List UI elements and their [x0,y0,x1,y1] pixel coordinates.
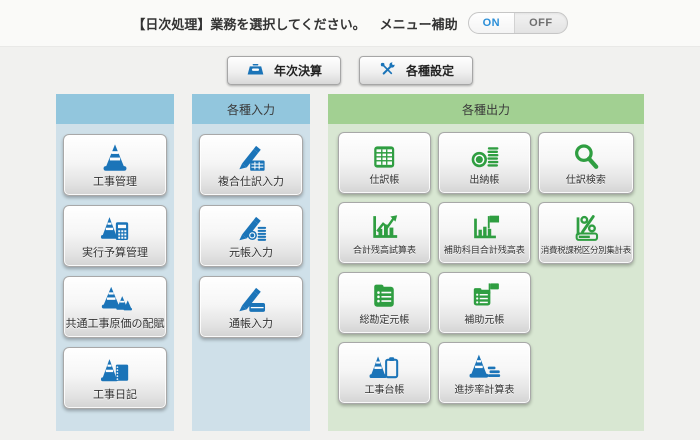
consumption-tax-summary-button[interactable]: 消費税課税区分別集計表 [537,202,634,264]
chart-up-arrow-icon [367,211,401,245]
toggle-off-option[interactable]: OFF [515,13,567,33]
toggle-on-option[interactable]: ON [468,13,516,33]
pencil-coins-icon [234,212,268,246]
execution-budget-button[interactable]: 実行予算管理 [63,205,167,267]
cone-bars-icon [467,350,501,384]
tools-icon [378,60,397,82]
archive-drawer-icon [246,60,265,82]
progress-rate-button[interactable]: 進捗率計算表 [437,342,531,404]
sub-account-balance-button[interactable]: 補助科目合計残高表 [437,202,531,264]
construction-ledger-button[interactable]: 工事台帳 [338,342,431,404]
settings-button[interactable]: 各種設定 [359,56,474,85]
page-title: 【日次処理】業務を選択してください。 [132,16,366,32]
projects-panel: 工事管理 実行予算管理 共通工事原価の配賦 工事日記 [56,94,174,431]
projects-panel-body: 工事管理 実行予算管理 共通工事原価の配賦 工事日記 [56,124,174,431]
action-label: 各種設定 [406,64,455,78]
output-panel-body: 仕訳帳 出納帳 仕訳検索 合計残高試算表 補助科目合計残高表 消費税課税区分別集… [328,124,644,431]
compound-journal-entry-button[interactable]: 複合仕訳入力 [199,134,303,196]
action-label: 年次決算 [273,64,322,78]
search-icon [569,140,603,174]
top-bar: 【日次処理】業務を選択してください。 メニュー補助 ON OFF [0,0,700,47]
traffic-cone-icon [98,141,132,175]
percent-bar-icon [569,211,603,245]
passbook-entry-button[interactable]: 通帳入力 [199,276,303,338]
chart-flag-icon [467,211,501,245]
cone-clipboard-icon [367,350,401,384]
cashbook-button[interactable]: 出納帳 [437,132,531,194]
input-panel-body: 複合仕訳入力 元帳入力 通帳入力 [192,124,310,431]
input-panel: 各種入力 複合仕訳入力 元帳入力 通帳入力 [192,94,310,431]
output-panel-header: 各種出力 [328,94,644,124]
construction-diary-button[interactable]: 工事日記 [63,347,167,409]
projects-panel-header [56,94,174,124]
subsidiary-ledger-button[interactable]: 補助元帳 [437,272,531,334]
menu-panels: 工事管理 実行予算管理 共通工事原価の配賦 工事日記 各種入力 複合仕訳入力 元… [0,94,700,431]
ledger-entry-button[interactable]: 元帳入力 [199,205,303,267]
coins-stack-icon [467,140,501,174]
ledger-flag-icon [467,280,501,314]
cone-notebook-icon [98,354,132,388]
annual-closing-button[interactable]: 年次決算 [226,56,341,85]
construction-management-button[interactable]: 工事管理 [63,134,167,196]
input-panel-header: 各種入力 [192,94,310,124]
ledger-icon [367,280,401,314]
trial-balance-button[interactable]: 合計残高試算表 [338,202,431,264]
general-ledger-button[interactable]: 総勘定元帳 [338,272,431,334]
empty-cell [538,272,634,334]
multiple-cones-icon [98,283,132,317]
cone-calculator-icon [98,212,132,246]
empty-cell [538,342,634,404]
output-panel: 各種出力 仕訳帳 出納帳 仕訳検索 合計残高試算表 補助科目合計残高表 消費税課… [328,94,644,431]
common-cost-allocation-button[interactable]: 共通工事原価の配賦 [63,276,167,338]
pencil-table-icon [234,141,268,175]
menu-assist-toggle[interactable]: ON OFF [467,12,568,34]
journal-search-button[interactable]: 仕訳検索 [537,132,634,194]
journal-book-button[interactable]: 仕訳帳 [338,132,431,194]
pencil-passbook-icon [234,283,268,317]
action-buttons-row: 年次決算 各種設定 [0,56,700,85]
menu-assist-label: メニュー補助 [379,16,458,32]
spreadsheet-icon [367,140,401,174]
